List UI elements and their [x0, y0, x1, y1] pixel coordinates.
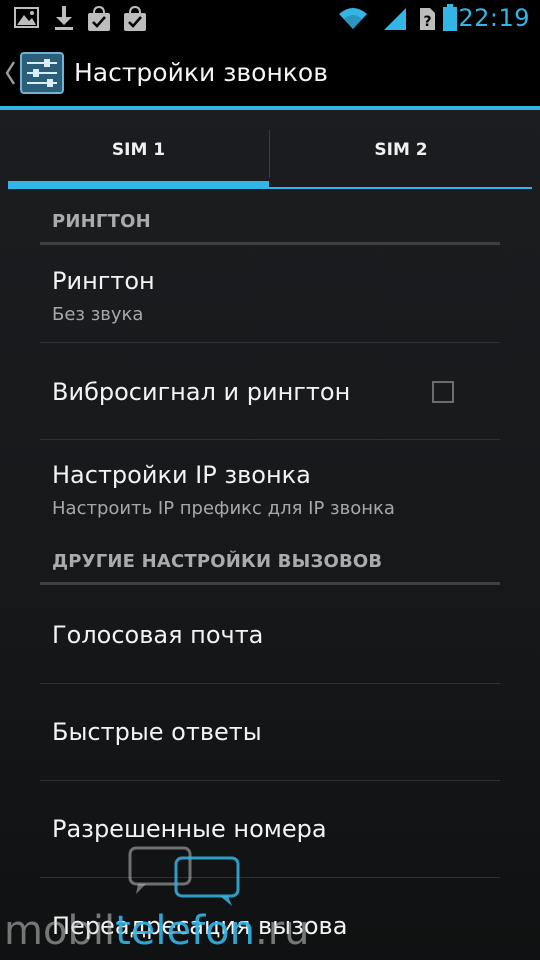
- section-rule: [40, 242, 500, 245]
- list-divider: [40, 342, 500, 343]
- back-chevron-icon[interactable]: [4, 60, 16, 86]
- wifi-icon: [339, 8, 367, 29]
- watermark-chat-bubbles-icon: [128, 846, 240, 906]
- gallery-icon: [14, 7, 39, 28]
- section-header-ringtone: РИНГТОН: [52, 211, 151, 232]
- settings-sliders-icon[interactable]: [20, 52, 64, 94]
- tab-active-indicator: [8, 181, 269, 189]
- svg-text:?: ?: [423, 14, 431, 30]
- item-title-fixed-dialing: Разрешенные номера: [52, 815, 327, 843]
- item-title-ringtone: Рингтон: [52, 267, 155, 295]
- section-rule: [40, 582, 500, 585]
- sim-unknown-icon: ?: [420, 8, 435, 30]
- list-divider: [40, 780, 500, 781]
- status-time: 22:19: [458, 4, 530, 32]
- list-divider: [40, 683, 500, 684]
- item-title-quick-responses: Быстрые ответы: [52, 718, 262, 746]
- item-title-ip-call: Настройки IP звонка: [52, 461, 311, 489]
- item-subtitle-ip-call: Настроить IP префикс для IP звонка: [52, 498, 395, 519]
- action-bar: Настройки звонков: [0, 38, 540, 106]
- signal-icon: [384, 8, 406, 30]
- download-icon: [55, 6, 73, 30]
- tab-sim-1[interactable]: SIM 1: [8, 110, 269, 190]
- item-subtitle-ringtone: Без звука: [52, 304, 144, 325]
- screen: ? 22:19 Настройки звонков SIM 1 SIM 2 РИ…: [0, 0, 540, 960]
- section-header-other-call-settings: ДРУГИЕ НАСТРОЙКИ ВЫЗОВОВ: [52, 551, 383, 572]
- battery-icon: [443, 4, 457, 31]
- tab-inactive-indicator: [269, 187, 532, 189]
- list-item-ip-call-settings[interactable]: [40, 441, 500, 545]
- watermark-text: mobiltelefon.ru: [4, 908, 310, 954]
- market-icon: [88, 6, 110, 31]
- tab-sim-2[interactable]: SIM 2: [270, 110, 532, 190]
- item-title-voicemail: Голосовая почта: [52, 621, 264, 649]
- list-divider: [40, 439, 500, 440]
- vibrate-checkbox[interactable]: [432, 381, 454, 403]
- status-bar: ? 22:19: [0, 0, 540, 38]
- market-icon-2: [124, 6, 146, 31]
- list-divider: [40, 877, 500, 878]
- item-title-vibrate-ringtone: Вибросигнал и рингтон: [52, 378, 351, 406]
- page-title: Настройки звонков: [74, 58, 328, 87]
- sim-tabs: SIM 1 SIM 2: [8, 110, 532, 190]
